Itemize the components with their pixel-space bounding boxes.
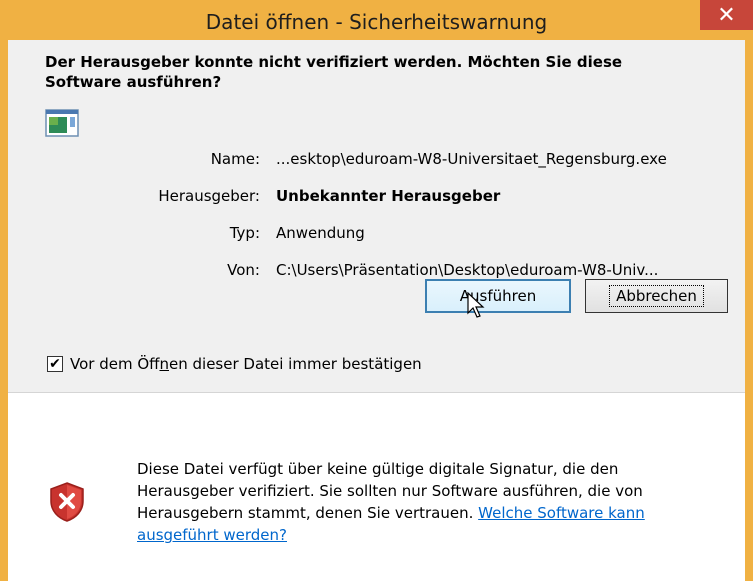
title-bar[interactable]: Datei öffnen - Sicherheitswarnung ✕ (0, 0, 753, 40)
mouse-pointer-icon (467, 292, 485, 318)
cancel-button[interactable]: Abbrechen (585, 279, 728, 313)
cb-label-post: en dieser Datei immer bestätigen (169, 355, 422, 373)
type-value: Anwendung (276, 224, 365, 242)
type-label: Typ: (229, 224, 260, 242)
name-value: ...esktop\eduroam-W8-Universitaet_Regens… (276, 150, 667, 168)
close-button[interactable]: ✕ (700, 0, 753, 30)
warning-heading: Der Herausgeber konnte nicht verifiziert… (45, 53, 623, 91)
cb-label-pre: Vor dem Öff (70, 355, 160, 373)
window-title: Datei öffnen - Sicherheitswarnung (205, 10, 548, 34)
publisher-label: Herausgeber: (158, 187, 260, 205)
name-label: Name: (210, 150, 260, 168)
from-value: C:\Users\Präsentation\Desktop\eduroam-W8… (276, 261, 659, 279)
from-label: Von: (227, 261, 260, 279)
application-icon (45, 109, 79, 137)
confirm-checkbox-label[interactable]: Vor dem Öffnen dieser Datei immer bestät… (70, 355, 422, 373)
confirm-checkbox[interactable]: ✔ (47, 356, 63, 372)
run-button[interactable]: Ausführen (425, 279, 571, 313)
shield-error-icon (50, 482, 84, 522)
cb-label-mnemonic: n (159, 355, 169, 373)
cancel-button-label: Abbrechen (609, 285, 704, 307)
publisher-value: Unbekannter Herausgeber (276, 187, 501, 205)
info-text: Diese Datei verfügt über keine gültige d… (137, 458, 697, 546)
